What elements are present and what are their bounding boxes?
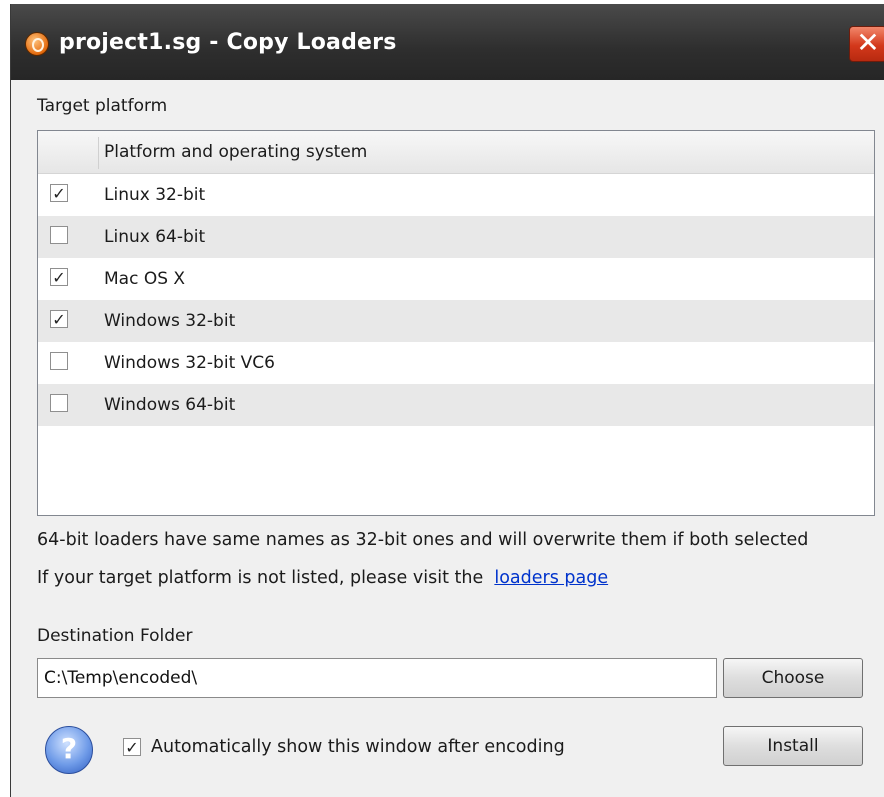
platform-label: Linux 32-bit [104,185,206,205]
header-divider [98,137,99,169]
platform-list: Platform and operating system ✓ Linux 32… [37,130,875,516]
auto-show-checkbox[interactable]: ✓ [123,738,141,756]
not-listed-note: If your target platform is not listed, p… [37,568,608,588]
platform-checkbox[interactable]: ✓ [50,310,68,328]
platform-checkbox[interactable] [50,226,68,244]
copy-loaders-dialog: project1.sg - Copy Loaders ✕ Target plat… [10,4,884,797]
column-header-platform[interactable]: Platform and operating system [104,142,367,162]
platform-checkbox[interactable]: ✓ [50,184,68,202]
install-button[interactable]: Install [723,726,863,766]
title-bar: project1.sg - Copy Loaders ✕ [11,4,884,80]
list-item[interactable]: ✓ Linux 32-bit [38,174,874,216]
platform-checkbox[interactable] [50,352,68,370]
list-header: Platform and operating system [38,131,874,174]
destination-folder-input[interactable] [37,658,717,698]
platform-label: Windows 32-bit [104,311,236,331]
platform-checkbox[interactable]: ✓ [50,268,68,286]
destination-folder-label: Destination Folder [37,626,193,646]
window-title: project1.sg - Copy Loaders [59,30,397,55]
platform-label: Windows 32-bit VC6 [104,353,275,373]
platform-label: Mac OS X [104,269,186,289]
help-icon[interactable]: ? [45,726,93,774]
platform-label: Windows 64-bit [104,395,236,415]
loaders-page-link[interactable]: loaders page [494,568,608,588]
close-icon[interactable]: ✕ [849,26,884,62]
list-item[interactable]: ✓ Mac OS X [38,258,874,300]
overwrite-note: 64-bit loaders have same names as 32-bit… [37,530,809,550]
auto-show-label: Automatically show this window after enc… [151,737,565,757]
platform-checkbox[interactable] [50,394,68,412]
list-item[interactable]: ✓ Windows 32-bit [38,300,874,342]
list-item[interactable]: Windows 32-bit VC6 [38,342,874,384]
platform-label: Linux 64-bit [104,227,206,247]
list-item[interactable]: Windows 64-bit [38,384,874,426]
not-listed-text: If your target platform is not listed, p… [37,568,484,588]
choose-button[interactable]: Choose [723,658,863,698]
target-platform-label: Target platform [37,96,168,116]
list-item[interactable]: Linux 64-bit [38,216,874,258]
app-logo-icon [25,32,49,56]
